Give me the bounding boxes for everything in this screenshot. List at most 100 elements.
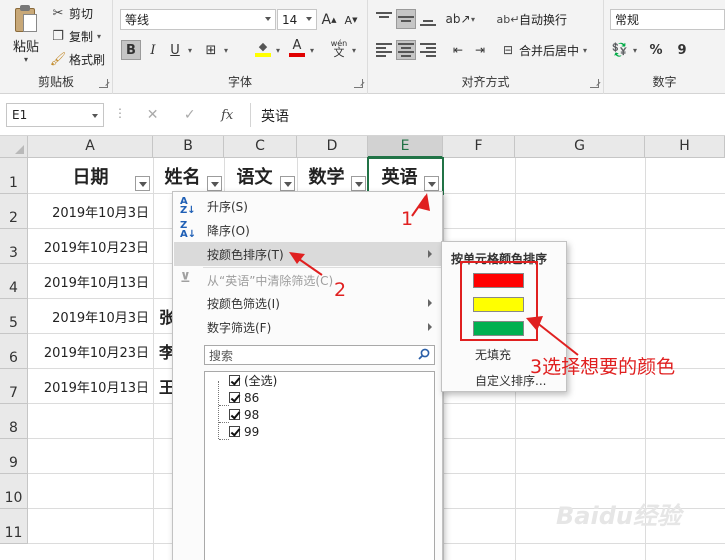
increase-indent-button[interactable]: ⇥: [470, 40, 490, 60]
copy-button[interactable]: ❐ 复制 ▾: [50, 26, 101, 46]
dialog-launcher-icon[interactable]: [590, 79, 599, 88]
select-all-corner[interactable]: [0, 136, 28, 158]
align-bottom-icon: [420, 12, 436, 26]
row-header-8[interactable]: 8: [0, 404, 28, 439]
row-header-9[interactable]: 9: [0, 439, 28, 474]
orientation-button[interactable]: ab↗: [445, 9, 470, 29]
font-name-combo[interactable]: 等线: [120, 9, 276, 30]
checkbox-checked-icon[interactable]: [229, 409, 240, 420]
chevron-down-icon[interactable]: ▾: [633, 46, 637, 55]
menu-item-filter-by-color[interactable]: 按颜色筛选(I): [174, 291, 441, 315]
insert-function-icon[interactable]: fx: [221, 108, 233, 123]
filter-values-list[interactable]: (全选) 86 98 99: [204, 371, 435, 560]
align-bottom-button[interactable]: [418, 9, 438, 29]
wrap-text-button[interactable]: ab↵ 自动换行: [497, 9, 567, 29]
comma-button[interactable]: 9: [672, 40, 692, 60]
cell-b5[interactable]: 张: [153, 299, 173, 333]
currency-button[interactable]: 💱: [610, 40, 630, 60]
filter-value-98[interactable]: 98: [229, 406, 259, 423]
filter-dropdown-b[interactable]: [207, 176, 222, 191]
filter-search-input[interactable]: 搜索: [204, 345, 435, 365]
column-header-c[interactable]: C: [224, 136, 297, 158]
filter-dropdown-d[interactable]: [351, 176, 366, 191]
checkbox-checked-icon[interactable]: [229, 392, 240, 403]
align-center-button[interactable]: [396, 40, 416, 60]
cell-a6[interactable]: 2019年10月23日: [28, 334, 153, 368]
increase-font-button[interactable]: A ▲: [319, 10, 339, 30]
filter-dropdown-c[interactable]: [280, 176, 295, 191]
paste-button[interactable]: 粘贴 ▾: [6, 4, 46, 64]
cell-a3[interactable]: 2019年10月23日: [28, 229, 153, 263]
resize-handle-icon[interactable]: ⋮: [114, 106, 126, 120]
filter-value-label: 98: [244, 407, 260, 422]
clipboard-group-label: 剪贴板: [37, 75, 74, 89]
chevron-down-icon[interactable]: ▾: [276, 46, 280, 55]
border-button[interactable]: ⊞: [201, 40, 221, 60]
filter-value-select-all[interactable]: (全选): [229, 372, 277, 389]
chevron-down-icon[interactable]: ▾: [188, 46, 192, 55]
menu-item-sort-by-color[interactable]: 按颜色排序(T): [174, 242, 441, 266]
menu-item-clear-filter[interactable]: ⊻ 从“英语”中清除筛选(C): [174, 268, 441, 292]
no-fill-option[interactable]: 无填充: [475, 346, 511, 363]
format-painter-button[interactable]: 🖌 格式刷: [50, 49, 105, 69]
chevron-down-icon[interactable]: ▾: [310, 46, 314, 55]
align-middle-button[interactable]: [396, 9, 416, 29]
column-header-h[interactable]: H: [645, 136, 725, 158]
column-header-b[interactable]: B: [153, 136, 224, 158]
formula-input[interactable]: 英语: [250, 103, 720, 127]
cell-b7[interactable]: 王: [153, 369, 173, 403]
menu-item-number-filters[interactable]: 数字筛选(F): [174, 315, 441, 339]
decrease-font-button[interactable]: A ▼: [341, 10, 361, 30]
name-box[interactable]: E1: [6, 103, 104, 127]
row-header-4[interactable]: 4: [0, 264, 28, 299]
decrease-indent-button[interactable]: ⇤: [448, 40, 468, 60]
bold-button[interactable]: B: [121, 40, 141, 60]
cell-a5[interactable]: 2019年10月3日: [28, 299, 153, 333]
checkbox-checked-icon[interactable]: [229, 375, 240, 386]
cut-button[interactable]: ✂ 剪切: [50, 3, 93, 23]
chevron-down-icon[interactable]: ▾: [471, 15, 475, 24]
underline-button[interactable]: U: [165, 40, 185, 60]
row-header-10[interactable]: 10: [0, 474, 28, 509]
dialog-launcher-icon[interactable]: [354, 79, 363, 88]
dialog-launcher-icon[interactable]: [99, 79, 108, 88]
row-header-3[interactable]: 3: [0, 229, 28, 264]
align-left-button[interactable]: [374, 40, 394, 60]
merge-center-button[interactable]: ⊟ 合并后居中 ▾: [500, 40, 587, 60]
phonetic-button[interactable]: wén 文: [329, 38, 349, 58]
checkbox-checked-icon[interactable]: [229, 426, 240, 437]
filter-dropdown-a[interactable]: [135, 176, 150, 191]
row-header-6[interactable]: 6: [0, 334, 28, 369]
row-header-7[interactable]: 7: [0, 369, 28, 404]
row-header-5[interactable]: 5: [0, 299, 28, 334]
row-header-1[interactable]: 1: [0, 158, 28, 194]
enter-icon[interactable]: ✓: [184, 107, 196, 123]
number-format-combo[interactable]: 常规: [610, 9, 725, 30]
font-size-combo[interactable]: 14: [277, 9, 317, 30]
chevron-down-icon: ▾: [23, 55, 28, 64]
cell-b6[interactable]: 李: [153, 334, 173, 368]
cancel-icon[interactable]: ✕: [147, 107, 159, 123]
column-header-g[interactable]: G: [515, 136, 645, 158]
row-header-11[interactable]: 11: [0, 509, 28, 544]
chevron-down-icon[interactable]: ▾: [352, 46, 356, 55]
font-color-button[interactable]: A: [287, 38, 307, 58]
cell-a4[interactable]: 2019年10月13日: [28, 264, 153, 298]
column-header-f[interactable]: F: [443, 136, 515, 158]
column-header-d[interactable]: D: [297, 136, 368, 158]
fill-color-button[interactable]: ◆: [253, 38, 273, 58]
align-right-button[interactable]: [418, 40, 438, 60]
percent-button[interactable]: %: [646, 40, 666, 60]
row-header-2[interactable]: 2: [0, 194, 28, 229]
chevron-down-icon[interactable]: ▾: [224, 46, 228, 55]
italic-button[interactable]: I: [143, 40, 163, 60]
cell-a2[interactable]: 2019年10月3日: [28, 194, 153, 228]
chevron-right-icon: [428, 250, 432, 258]
column-header-a[interactable]: A: [28, 136, 153, 158]
column-header-e[interactable]: E: [368, 136, 443, 158]
tree-lines: [218, 381, 229, 440]
filter-value-99[interactable]: 99: [229, 423, 259, 440]
filter-value-86[interactable]: 86: [229, 389, 259, 406]
align-top-button[interactable]: [374, 9, 394, 29]
cell-a7[interactable]: 2019年10月13日: [28, 369, 153, 403]
